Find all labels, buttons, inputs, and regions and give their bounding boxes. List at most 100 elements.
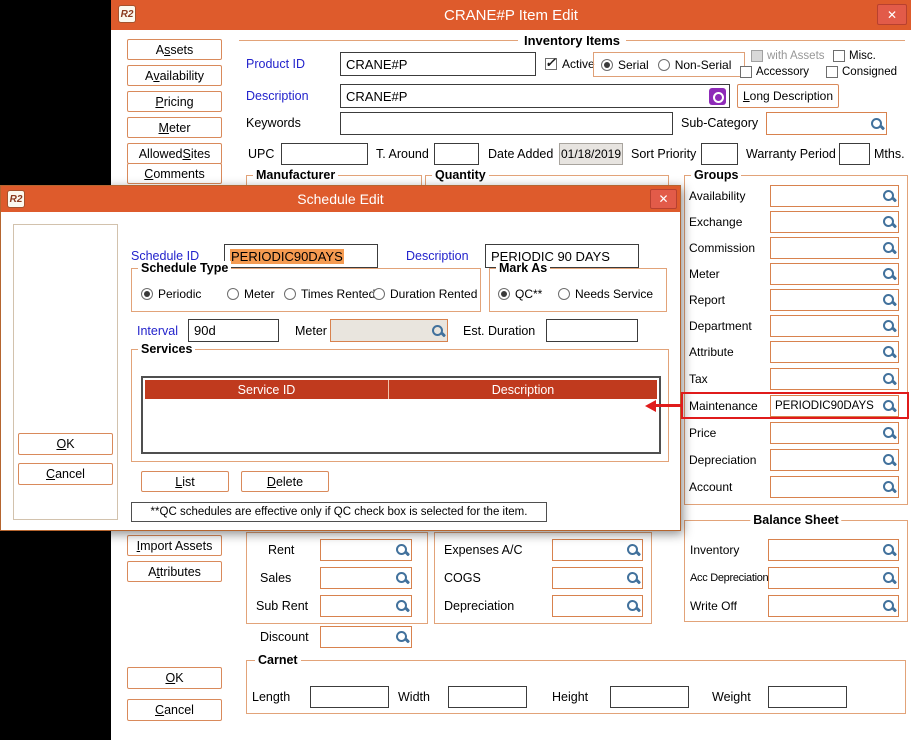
- product-id-input[interactable]: CRANE#P: [340, 52, 536, 76]
- long-description-button[interactable]: Long Description: [737, 84, 839, 108]
- duration-rented-radio[interactable]: Duration Rented: [373, 287, 477, 301]
- search-icon[interactable]: [882, 599, 896, 613]
- width-input[interactable]: [448, 686, 527, 708]
- search-icon[interactable]: [882, 543, 896, 557]
- consigned-checkbox[interactable]: Consigned: [826, 66, 897, 78]
- delete-button[interactable]: Delete: [241, 471, 329, 492]
- sidebar-allowed-sites-button[interactable]: Allowed Sites: [127, 143, 222, 164]
- search-icon[interactable]: [882, 189, 896, 203]
- sales-account-input[interactable]: [320, 567, 412, 589]
- search-icon[interactable]: [882, 453, 896, 467]
- warranty-period-input[interactable]: [839, 143, 870, 165]
- description-input[interactable]: CRANE#P: [340, 84, 730, 108]
- write-off-input[interactable]: [768, 595, 899, 617]
- sidebar-availability-button[interactable]: Availability: [127, 65, 222, 86]
- turnaround-label: T. Around: [376, 147, 429, 161]
- search-icon[interactable]: [882, 571, 896, 585]
- close-icon[interactable]: ✕: [877, 4, 907, 25]
- expenses-ac-input[interactable]: [552, 539, 643, 561]
- active-checkbox[interactable]: Active: [545, 57, 595, 71]
- sidebar-assets-button[interactable]: Assets: [127, 39, 222, 60]
- sidebar-pricing-button[interactable]: Pricing: [127, 91, 222, 112]
- dialog-cancel-button[interactable]: Cancel: [18, 463, 113, 485]
- length-input[interactable]: [310, 686, 389, 708]
- product-id-label: Product ID: [246, 57, 305, 71]
- search-icon[interactable]: [882, 215, 896, 229]
- cancel-button[interactable]: Cancel: [127, 699, 222, 721]
- group-meter-input[interactable]: [770, 263, 899, 285]
- ok-button[interactable]: OK: [127, 667, 222, 689]
- search-icon[interactable]: [395, 630, 409, 644]
- discount-account-input[interactable]: [320, 626, 412, 648]
- group-exchange-input[interactable]: [770, 211, 899, 233]
- group-commission-input[interactable]: [770, 237, 899, 259]
- periodic-radio[interactable]: Periodic: [141, 287, 201, 301]
- search-icon[interactable]: [882, 426, 896, 440]
- search-icon[interactable]: [882, 293, 896, 307]
- schedule-edit-titlebar[interactable]: R2 Schedule Edit ✕: [1, 186, 680, 212]
- inventory-account-input[interactable]: [768, 539, 899, 561]
- schedule-description-label: Description: [406, 249, 469, 263]
- search-icon[interactable]: [882, 241, 896, 255]
- sidebar-attributes-button[interactable]: Attributes: [127, 561, 222, 582]
- needs-service-radio[interactable]: Needs Service: [558, 287, 653, 301]
- search-icon[interactable]: [395, 571, 409, 585]
- group-tax-input[interactable]: [770, 368, 899, 390]
- search-icon[interactable]: [626, 599, 640, 613]
- discount-label: Discount: [260, 630, 309, 644]
- dialog-ok-button[interactable]: OK: [18, 433, 113, 455]
- search-icon[interactable]: [626, 543, 640, 557]
- manufacturer-legend: Manufacturer: [253, 168, 338, 182]
- acc-depreciation-input[interactable]: [768, 567, 899, 589]
- search-icon[interactable]: [626, 571, 640, 585]
- search-icon[interactable]: [882, 345, 896, 359]
- close-icon[interactable]: ✕: [650, 189, 677, 209]
- times-rented-radio[interactable]: Times Rented: [284, 287, 375, 301]
- upc-input[interactable]: [281, 143, 368, 165]
- interval-input[interactable]: 90d: [188, 319, 279, 342]
- group-price-input[interactable]: [770, 422, 899, 444]
- accessory-checkbox[interactable]: Accessory: [740, 66, 809, 78]
- group-availability-input[interactable]: [770, 185, 899, 207]
- depreciation-account-input[interactable]: [552, 595, 643, 617]
- sub-category-input[interactable]: [766, 112, 887, 135]
- meter-type-radio[interactable]: Meter: [227, 287, 275, 301]
- sort-priority-input[interactable]: [701, 143, 738, 165]
- inventory-items-legend: Inventory Items: [239, 33, 905, 48]
- search-icon[interactable]: [882, 267, 896, 281]
- keywords-input[interactable]: [340, 112, 673, 135]
- sidebar-import-assets-button[interactable]: Import Assets: [127, 535, 222, 556]
- group-report-input[interactable]: [770, 289, 899, 311]
- sidebar-meter-button[interactable]: Meter: [127, 117, 222, 138]
- services-legend: Services: [138, 342, 195, 356]
- rent-account-input[interactable]: [320, 539, 412, 561]
- search-icon[interactable]: [882, 372, 896, 386]
- group-account-input[interactable]: [770, 476, 899, 498]
- search-icon[interactable]: [395, 599, 409, 613]
- description-column-header: Description: [389, 380, 657, 399]
- search-icon[interactable]: [870, 117, 884, 131]
- search-icon[interactable]: [882, 319, 896, 333]
- services-table-body[interactable]: [145, 399, 657, 450]
- height-input[interactable]: [610, 686, 689, 708]
- serial-radio[interactable]: Serial: [601, 58, 649, 72]
- cogs-input[interactable]: [552, 567, 643, 589]
- group-attribute-input[interactable]: [770, 341, 899, 363]
- search-icon[interactable]: [882, 480, 896, 494]
- group-depreciation-input[interactable]: [770, 449, 899, 471]
- list-button[interactable]: List: [141, 471, 229, 492]
- misc-checkbox[interactable]: Misc.: [833, 50, 876, 62]
- schedule-edit-dialog: R2 Schedule Edit ✕ OK Cancel Schedule ID…: [0, 185, 681, 531]
- qc-radio[interactable]: QC**: [498, 287, 542, 301]
- weight-input[interactable]: [768, 686, 847, 708]
- turnaround-input[interactable]: [434, 143, 479, 165]
- item-edit-titlebar[interactable]: R2 CRANE#P Item Edit ✕: [111, 0, 911, 30]
- schedule-id-input[interactable]: PERIODIC90DAYS: [224, 244, 378, 268]
- search-icon[interactable]: [395, 543, 409, 557]
- group-department-input[interactable]: [770, 315, 899, 337]
- est-duration-input[interactable]: [546, 319, 638, 342]
- sub-rent-account-input[interactable]: [320, 595, 412, 617]
- sidebar-comments-button[interactable]: Comments: [127, 163, 222, 184]
- non-serial-radio[interactable]: Non-Serial: [658, 58, 732, 72]
- description-editor-icon[interactable]: [709, 88, 726, 105]
